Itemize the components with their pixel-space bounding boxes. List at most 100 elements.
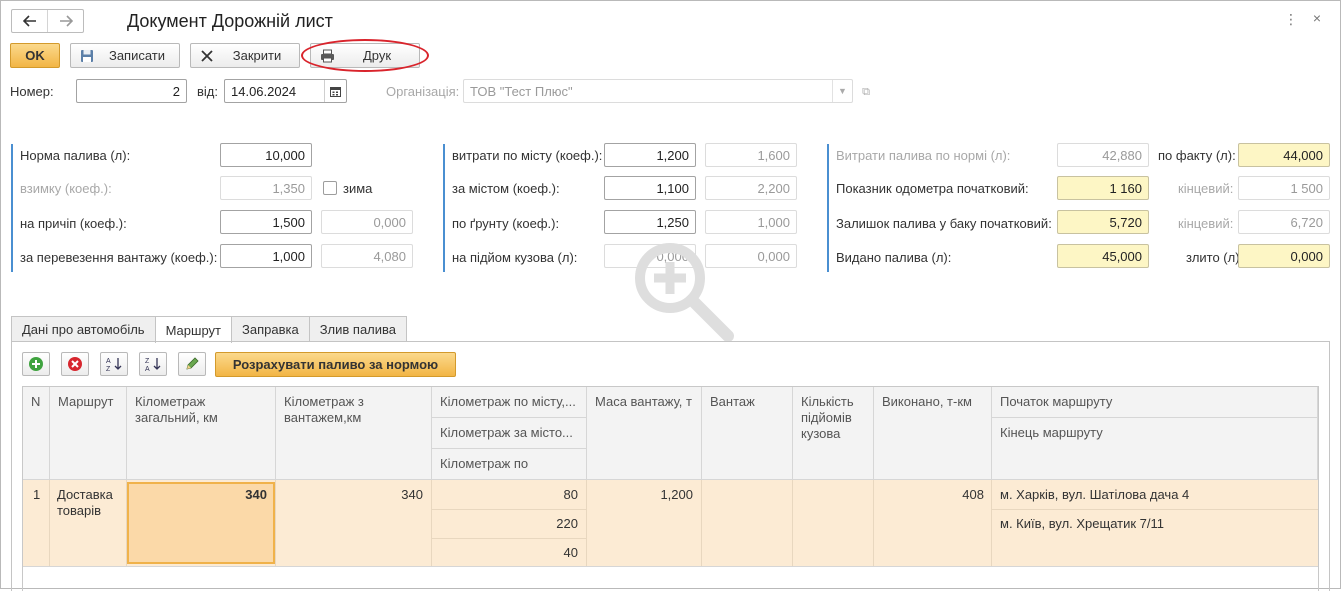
cell-km-total: 340 — [245, 487, 267, 502]
column-divider — [873, 480, 874, 566]
close-button-label: Закрити — [232, 48, 282, 63]
cell-route-end: м. Київ, вул. Хрещатик 7/11 — [1000, 516, 1165, 531]
column-header-done[interactable]: Виконано, т-км — [874, 387, 992, 480]
tab-vehicle-data[interactable]: Дані про автомобіль — [11, 316, 156, 342]
organization-field[interactable]: ТОВ "Тест Плюс" ▼ — [463, 79, 853, 103]
add-row-button[interactable] — [22, 352, 50, 376]
norm-consumption-field[interactable]: 42,880 — [1057, 143, 1149, 167]
page-title: Документ Дорожній лист — [127, 11, 333, 31]
column-header-cargo[interactable]: Вантаж — [702, 387, 793, 480]
sort-ascending-button[interactable]: AZ — [100, 352, 128, 376]
save-button[interactable]: Записати — [70, 43, 180, 68]
odometer-end-field[interactable]: 1 500 — [1238, 176, 1330, 200]
ground-fuel-field[interactable]: 1,000 — [705, 210, 797, 234]
arrow-right-icon — [59, 15, 73, 27]
edit-row-button[interactable] — [178, 352, 206, 376]
back-button[interactable] — [12, 10, 47, 32]
row-divider — [432, 538, 587, 539]
cell-cargo-mass: 1,200 — [660, 487, 693, 502]
cargo-coef-field[interactable]: 1,000 — [220, 244, 312, 268]
column-header-n[interactable]: N — [23, 387, 50, 480]
issued-fuel-label: Видано палива (л): — [836, 250, 952, 265]
row-divider — [432, 509, 587, 510]
norm-consumption-label: Витрати палива по нормі (л): — [836, 148, 1011, 163]
norms-group-bar — [11, 144, 13, 272]
drained-field[interactable]: 0,000 — [1238, 244, 1330, 268]
tab-fuel-drain[interactable]: Злив палива — [308, 316, 408, 342]
cargo-fuel-field[interactable]: 4,080 — [321, 244, 413, 268]
tab-refueling[interactable]: Заправка — [230, 316, 310, 342]
column-divider — [991, 480, 992, 566]
tank-end-label: кінцевий: — [1178, 216, 1234, 231]
lift-fuel-field[interactable]: 0,000 — [705, 244, 797, 268]
trailer-fuel-field[interactable]: 0,000 — [321, 210, 413, 234]
issued-fuel-field[interactable]: 45,000 — [1057, 244, 1149, 268]
fact-field[interactable]: 44,000 — [1238, 143, 1330, 167]
column-header-km-cargo[interactable]: Кілометраж з вантажем,км — [276, 387, 432, 480]
column-header-route-start[interactable]: Початок маршруту — [992, 387, 1318, 418]
calendar-icon[interactable] — [324, 80, 346, 102]
close-button[interactable]: Закрити — [190, 43, 300, 68]
column-header-km-outcity[interactable]: Кілометраж за місто... — [432, 418, 587, 449]
organization-value: ТОВ "Тест Плюс" — [470, 83, 573, 99]
column-header-km-ground[interactable]: Кілометраж по — [432, 449, 587, 480]
column-header-km-total[interactable]: Кілометраж загальний, км — [127, 387, 276, 480]
column-header-km-city[interactable]: Кілометраж по місту,... — [432, 387, 587, 418]
print-button[interactable]: Друк — [310, 43, 420, 68]
fuel-norm-field[interactable]: 10,000 — [220, 143, 312, 167]
row-divider — [23, 566, 1318, 567]
forward-button[interactable] — [47, 10, 83, 32]
cell-km-outcity: 220 — [556, 516, 578, 531]
svg-text:A: A — [145, 366, 150, 372]
number-field[interactable]: 2 — [76, 79, 187, 103]
odometer-start-field[interactable]: 1 160 — [1057, 176, 1149, 200]
tab-bar: Дані про автомобіль Маршрут Заправка Зли… — [11, 316, 408, 343]
column-header-route-end[interactable]: Кінець маршруту — [992, 418, 1318, 480]
more-menu-icon[interactable]: ⋮ — [1284, 12, 1298, 26]
winter-coef-field[interactable]: 1,350 — [220, 176, 312, 200]
column-divider — [701, 480, 702, 566]
cell-route-start: м. Харків, вул. Шатілова дача 4 — [1000, 487, 1190, 502]
open-in-new-icon[interactable]: ⧉ — [858, 84, 874, 100]
tab-route[interactable]: Маршрут — [154, 316, 232, 343]
column-header-lifts[interactable]: Кількість підйомів кузова — [793, 387, 874, 480]
outcity-coef-field[interactable]: 1,100 — [604, 176, 696, 200]
lift-field[interactable]: 0,000 — [604, 244, 696, 268]
floppy-disk-icon — [79, 48, 95, 64]
ok-button[interactable]: OK — [10, 43, 60, 68]
city-fuel-field[interactable]: 1,600 — [705, 143, 797, 167]
print-button-label: Друк — [362, 48, 392, 63]
organization-label: Організація: — [386, 84, 460, 99]
column-header-route[interactable]: Маршрут — [50, 387, 127, 480]
column-divider — [275, 480, 276, 566]
date-field[interactable]: 14.06.2024 — [224, 79, 347, 103]
outcity-fuel-field[interactable]: 2,200 — [705, 176, 797, 200]
trailer-coef-field[interactable]: 1,500 — [220, 210, 312, 234]
route-table: N Маршрут Кілометраж загальний, км Кілом… — [22, 386, 1319, 591]
city-coef-field[interactable]: 1,200 — [604, 143, 696, 167]
tank-end-field[interactable]: 6,720 — [1238, 210, 1330, 234]
close-window-icon[interactable]: × — [1313, 10, 1321, 26]
column-header-cargo-mass[interactable]: Маса вантажу, т — [587, 387, 702, 480]
sort-ascending-icon: AZ — [106, 358, 122, 372]
ground-coef-field[interactable]: 1,250 — [604, 210, 696, 234]
totals-group-bar — [827, 144, 829, 272]
delete-row-button[interactable] — [61, 352, 89, 376]
lift-label: на підйом кузова (л): — [452, 250, 578, 265]
calculate-fuel-button[interactable]: Розрахувати паливо за нормою — [215, 352, 456, 377]
column-divider — [49, 480, 50, 566]
tank-start-field[interactable]: 5,720 — [1057, 210, 1149, 234]
winter-checkbox-label: зима — [343, 181, 373, 196]
sort-descending-button[interactable]: ZA — [139, 352, 167, 376]
number-label: Номер: — [10, 84, 54, 99]
save-button-label: Записати — [108, 48, 166, 63]
column-divider — [792, 480, 793, 566]
sort-descending-icon: ZA — [145, 358, 161, 372]
add-circle-icon — [29, 357, 43, 371]
trailer-coef-label: на причіп (коеф.): — [20, 216, 127, 231]
chevron-down-icon[interactable]: ▼ — [832, 80, 852, 102]
date-label: від: — [197, 84, 218, 99]
fact-label: по факту (л): — [1158, 148, 1236, 163]
cell-km-cargo: 340 — [401, 487, 423, 502]
winter-checkbox[interactable] — [323, 181, 337, 195]
